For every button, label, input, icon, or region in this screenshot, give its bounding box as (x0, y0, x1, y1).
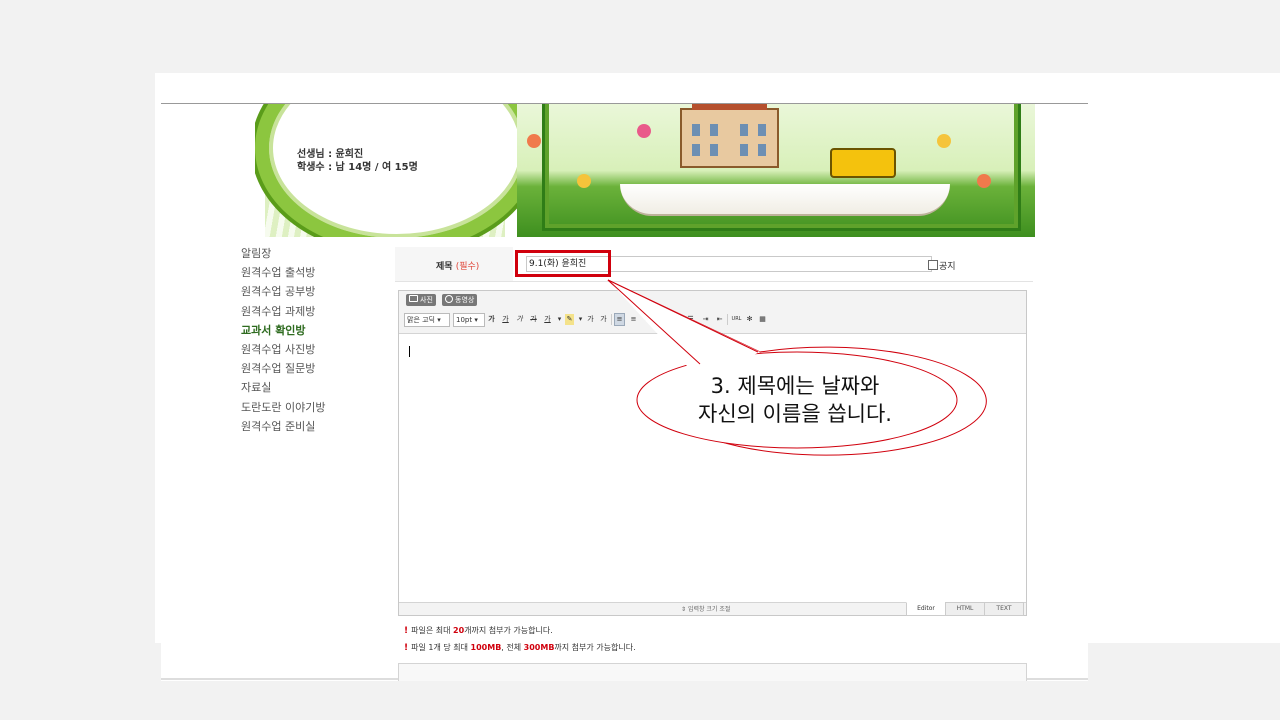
attach-limit-count: ! 파일은 최대 20개까지 첨부가 가능합니다. (404, 626, 553, 636)
align-center-icon[interactable]: ≡ (629, 314, 638, 325)
attach-limit-size: ! 파일 1개 당 최대 100MB, 전체 300MB까지 첨부가 가능합니다. (404, 643, 636, 653)
callout-line-1: 3. 제목에는 날짜와 (710, 374, 880, 398)
tab-editor[interactable]: Editor (906, 602, 946, 616)
menu-item-notice[interactable]: 알림장 (241, 246, 325, 265)
insert-video-button[interactable]: 동영상 (442, 294, 478, 306)
rich-text-editor: 사진 동영상 맑은 고딕 ▾ 10pt ▾ 가 가 가 가 가 ▾ ✎ ▾ 가 … (398, 290, 1027, 616)
tab-text[interactable]: TEXT (984, 602, 1024, 616)
attachment-area[interactable] (398, 663, 1027, 681)
align-right-icon[interactable]: ≡ (643, 314, 652, 325)
flower-icon (527, 134, 541, 148)
menu-item-assignment[interactable]: 원격수업 과제방 (241, 304, 325, 323)
title-label-cell: 제목 (필수) (395, 247, 513, 281)
link-button[interactable]: URL (730, 314, 743, 325)
resize-handle[interactable]: ⇕ 입력창 크기 조절 (681, 604, 730, 613)
indent-icon[interactable]: ⇥ (701, 314, 710, 325)
menu-item-resources[interactable]: 자료실 (241, 380, 325, 399)
font-color-button[interactable]: 가 (543, 314, 552, 325)
outdent-icon[interactable]: ⇤ (715, 314, 724, 325)
photo-icon (409, 295, 418, 302)
menu-item-textbook-check[interactable]: 교과서 확인방 (241, 323, 325, 342)
student-count: 학생수 : 남 14명 / 여 15명 (297, 162, 418, 173)
special-char-icon[interactable]: ✻ (745, 314, 754, 325)
menu-item-photo[interactable]: 원격수업 사진방 (241, 342, 325, 361)
school-bus-icon (830, 148, 896, 178)
menu-item-attendance[interactable]: 원격수업 출석방 (241, 265, 325, 284)
align-left-icon[interactable]: ≡ (614, 313, 625, 326)
teacher-name: 선생님 : 윤희진 (297, 149, 364, 160)
superscript-button[interactable]: 가 (586, 314, 595, 325)
board-menu: 알림장 원격수업 출석방 원격수업 공부방 원격수업 과제방 교과서 확인방 원… (241, 246, 325, 438)
notice-label: 공지 (939, 262, 956, 272)
open-book-icon (620, 184, 950, 216)
menu-item-study[interactable]: 원격수업 공부방 (241, 284, 325, 303)
callout-line-2: 자신의 이름을 씁니다. (698, 402, 892, 426)
font-size-select[interactable]: 10pt ▾ (453, 313, 485, 327)
title-row: 제목 (필수) 공지 (395, 247, 1033, 282)
editor-toolbar: 사진 동영상 맑은 고딕 ▾ 10pt ▾ 가 가 가 가 가 ▾ ✎ ▾ 가 … (399, 291, 1026, 334)
text-cursor (409, 346, 410, 357)
insert-photo-button[interactable]: 사진 (406, 294, 436, 306)
title-label: 제목 (436, 262, 453, 272)
menu-item-prep[interactable]: 원격수업 준비실 (241, 419, 325, 438)
required-mark: (필수) (455, 262, 480, 272)
font-color-dropdown-icon[interactable]: ▾ (555, 314, 564, 325)
menu-item-question[interactable]: 원격수업 질문방 (241, 361, 325, 380)
class-info: 선생님 : 윤희진 학생수 : 남 14명 / 여 15명 (297, 148, 418, 174)
tab-html[interactable]: HTML (945, 602, 985, 616)
title-highlight-box (515, 250, 611, 277)
callout-text: 3. 제목에는 날짜와 자신의 이름을 씁니다. (660, 372, 930, 428)
school-building-icon (680, 104, 779, 168)
highlight-dropdown-icon[interactable]: ▾ (576, 314, 585, 325)
list-icon[interactable]: ☰ (686, 314, 695, 325)
bold-button[interactable]: 가 (487, 314, 496, 325)
alert-icon: ! (404, 643, 409, 653)
highlight-color-icon[interactable]: ✎ (565, 314, 574, 325)
underline-button[interactable]: 가 (501, 314, 510, 325)
editor-statusbar: ⇕ 입력창 크기 조절 Editor HTML TEXT (399, 602, 1026, 616)
alert-icon: ! (404, 626, 409, 636)
subscript-button[interactable]: 가 (599, 314, 608, 325)
menu-item-story[interactable]: 도란도란 이야기방 (241, 400, 325, 419)
font-family-select[interactable]: 맑은 고딕 ▾ (404, 313, 450, 327)
italic-button[interactable]: 가 (515, 314, 524, 325)
play-icon (445, 295, 453, 303)
notice-checkbox[interactable] (928, 260, 938, 270)
notice-option[interactable]: 공지 (928, 259, 956, 272)
table-icon[interactable]: ▦ (758, 314, 767, 325)
strikethrough-button[interactable]: 가 (529, 314, 538, 325)
